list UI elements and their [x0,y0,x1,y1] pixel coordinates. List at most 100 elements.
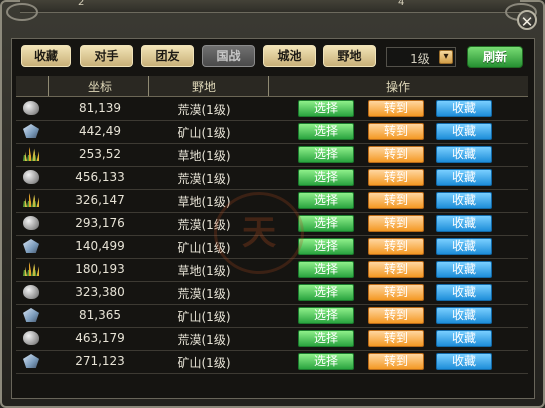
select-button[interactable]: 选择 [298,123,354,140]
table-row: 463,179 荒漠(1级) 选择 转到 收藏 [16,327,528,351]
coordinate-cell: 253,52 [79,147,121,161]
goto-button[interactable]: 转到 [368,284,424,301]
close-icon: ✕ [520,13,534,31]
stone-icon [23,101,39,115]
header-separator-1 [48,76,49,96]
favorite-button[interactable]: 收藏 [436,307,492,324]
wildland-cell: 矿山(1级) [177,310,231,324]
level-select[interactable]: 1级 ▾ [386,47,456,67]
wildland-header: 野地 [191,80,216,94]
select-button[interactable]: 选择 [298,261,354,278]
stone-icon [23,331,39,345]
select-button[interactable]: 选择 [298,284,354,301]
favorite-button[interactable]: 收藏 [436,100,492,117]
goto-button[interactable]: 转到 [368,123,424,140]
select-button[interactable]: 选择 [298,215,354,232]
stone-icon [23,285,39,299]
favorite-button[interactable]: 收藏 [436,330,492,347]
select-button[interactable]: 选择 [298,100,354,117]
coordinate-cell: 81,365 [79,308,121,322]
select-button[interactable]: 选择 [298,307,354,324]
watermark-logo: 天 [214,192,304,274]
window-top-strip: 2 4 [20,0,520,13]
coordinate-cell: 463,179 [75,331,125,345]
wildland-cell: 荒漠(1级) [177,172,231,186]
select-button[interactable]: 选择 [298,238,354,255]
stone-icon [23,216,39,230]
ore-icon [23,239,39,253]
goto-button[interactable]: 转到 [368,330,424,347]
select-button[interactable]: 选择 [298,192,354,209]
tab-national-war[interactable]: 国战 [202,45,255,67]
table-header: 坐标 野地 操作 [16,76,528,97]
select-button[interactable]: 选择 [298,330,354,347]
table-row: 271,123 矿山(1级) 选择 转到 收藏 [16,350,528,374]
chevron-down-icon[interactable]: ▾ [439,50,453,64]
favorite-button[interactable]: 收藏 [436,353,492,370]
favorite-button[interactable]: 收藏 [436,192,492,209]
actions-header: 操作 [385,80,410,94]
coordinate-cell: 81,139 [79,101,121,115]
coordinate-cell: 180,193 [75,262,125,276]
goto-button[interactable]: 转到 [368,192,424,209]
wildland-cell: 荒漠(1级) [177,103,231,117]
favorite-button[interactable]: 收藏 [436,169,492,186]
favorite-button[interactable]: 收藏 [436,238,492,255]
wildland-cell: 荒漠(1级) [177,287,231,301]
coordinate-cell: 456,133 [75,170,125,184]
tab-cities[interactable]: 城池 [263,45,316,67]
wildland-cell: 矿山(1级) [177,356,231,370]
coordinate-cell: 326,147 [75,193,125,207]
header-separator-2 [148,76,149,96]
goto-button[interactable]: 转到 [368,100,424,117]
table-row: 456,133 荒漠(1级) 选择 转到 收藏 [16,166,528,190]
favorite-button[interactable]: 收藏 [436,261,492,278]
goto-button[interactable]: 转到 [368,238,424,255]
level-value: 1级 [410,52,430,66]
wildland-cell: 矿山(1级) [177,126,231,140]
header-separator-3 [268,76,269,96]
table-row: 253,52 草地(1级) 选择 转到 收藏 [16,143,528,167]
select-button[interactable]: 选择 [298,169,354,186]
stone-icon [23,170,39,184]
goto-button[interactable]: 转到 [368,146,424,163]
coordinate-cell: 271,123 [75,354,125,368]
tab-favorites[interactable]: 收藏 [21,45,71,67]
top-number-right: 4 [398,0,405,8]
top-number-left: 2 [78,0,85,8]
left-swirl-ornament-icon [6,3,38,21]
ore-icon [23,308,39,322]
favorite-button[interactable]: 收藏 [436,284,492,301]
goto-button[interactable]: 转到 [368,307,424,324]
goto-button[interactable]: 转到 [368,353,424,370]
favorite-button[interactable]: 收藏 [436,123,492,140]
table-row: 81,365 矿山(1级) 选择 转到 收藏 [16,304,528,328]
coordinate-cell: 323,380 [75,285,125,299]
table-row: 81,139 荒漠(1级) 选择 转到 收藏 [16,97,528,121]
coordinate-cell: 442,49 [79,124,121,138]
tab-teammates[interactable]: 团友 [141,45,194,67]
goto-button[interactable]: 转到 [368,169,424,186]
select-button[interactable]: 选择 [298,353,354,370]
grass-icon [23,147,39,161]
ore-icon [23,354,39,368]
grass-icon [23,262,39,276]
favorite-button[interactable]: 收藏 [436,146,492,163]
close-button[interactable]: ✕ [517,10,537,31]
coordinate-cell: 293,176 [75,216,125,230]
tab-wildland[interactable]: 野地 [323,45,376,67]
goto-button[interactable]: 转到 [368,215,424,232]
table-row: 323,380 荒漠(1级) 选择 转到 收藏 [16,281,528,305]
grass-icon [23,193,39,207]
table-row: 442,49 矿山(1级) 选择 转到 收藏 [16,120,528,144]
wildland-cell: 荒漠(1级) [177,333,231,347]
favorite-button[interactable]: 收藏 [436,215,492,232]
wildland-cell: 草地(1级) [177,149,231,163]
refresh-button[interactable]: 刷新 [467,46,523,68]
select-button[interactable]: 选择 [298,146,354,163]
goto-button[interactable]: 转到 [368,261,424,278]
coordinate-header: 坐标 [87,80,112,94]
coordinate-cell: 140,499 [75,239,125,253]
ore-icon [23,124,39,138]
tab-opponents[interactable]: 对手 [80,45,133,67]
